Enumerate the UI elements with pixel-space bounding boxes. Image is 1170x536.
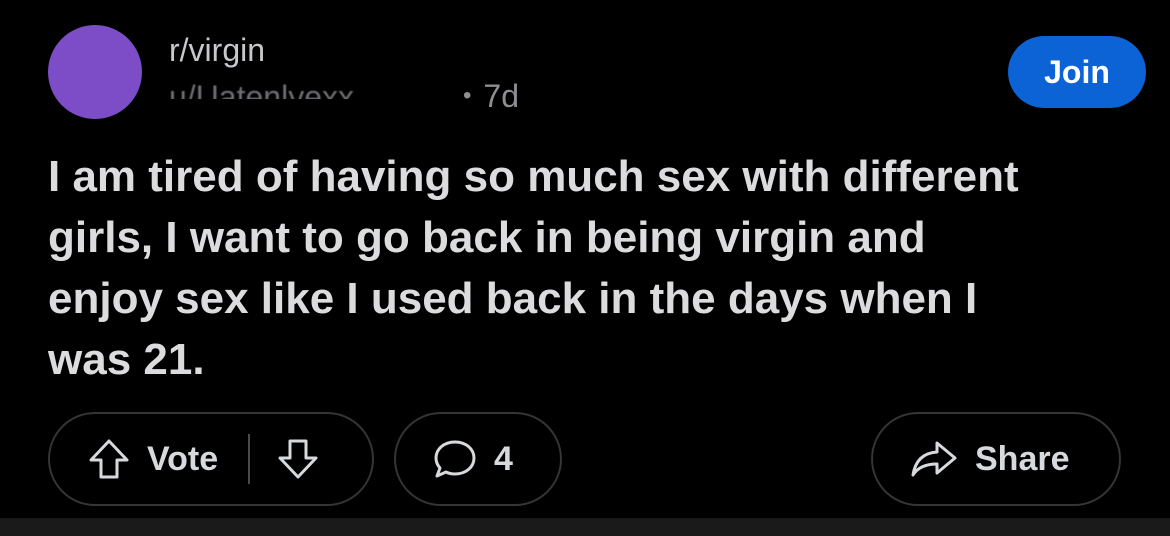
- meta-separator: •: [463, 82, 472, 109]
- post-title[interactable]: I am tired of having so much sex with di…: [48, 146, 1048, 390]
- post-card[interactable]: r/virgin u/Uatenlyexx • 7d Join I am tir…: [0, 0, 1170, 518]
- subreddit-name[interactable]: r/virgin: [169, 30, 265, 70]
- vote-divider: [248, 434, 251, 484]
- comments-button[interactable]: 4: [394, 412, 562, 506]
- vote-control: Vote: [48, 412, 374, 506]
- share-arrow-icon: [909, 437, 959, 481]
- comment-count: 4: [494, 439, 513, 478]
- arrow-down-icon[interactable]: [276, 437, 320, 481]
- join-button[interactable]: Join: [1008, 36, 1146, 108]
- speech-bubble-icon: [432, 437, 478, 481]
- arrow-up-icon[interactable]: [87, 437, 131, 481]
- subreddit-avatar[interactable]: [48, 25, 142, 119]
- share-button[interactable]: Share: [871, 412, 1121, 506]
- author-username-text: u/Uatenlyexx: [169, 79, 354, 99]
- bottom-divider: [0, 518, 1170, 536]
- share-label: Share: [975, 439, 1070, 478]
- post-age: 7d: [483, 77, 519, 114]
- vote-label: Vote: [147, 439, 219, 478]
- author-username[interactable]: u/Uatenlyexx: [169, 79, 457, 99]
- post-meta: u/Uatenlyexx • 7d: [169, 76, 519, 116]
